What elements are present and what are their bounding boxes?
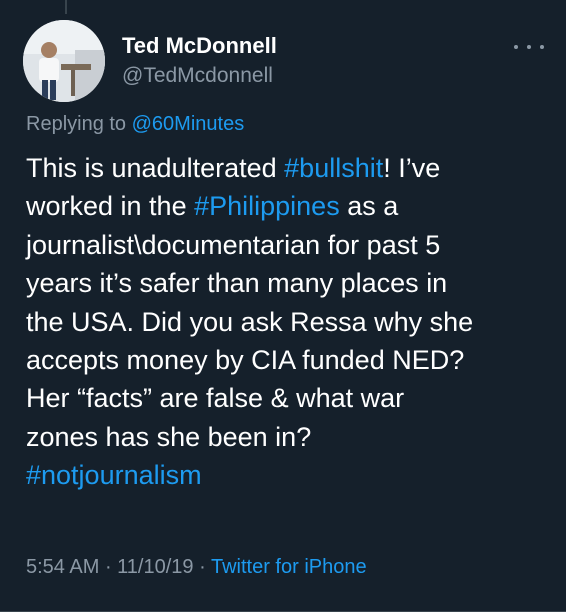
meta-separator: ·	[193, 556, 211, 578]
more-options-icon[interactable]	[514, 40, 544, 54]
tweet-source-link[interactable]: Twitter for iPhone	[211, 556, 367, 578]
tweet-text-segment: journalist\documentarian for past 5	[26, 229, 441, 260]
tweet-text-segment: worked in the	[26, 191, 195, 222]
tweet-text-segment: the USA. Did you ask Ressa why she	[26, 306, 474, 337]
hashtag-link[interactable]: #notjournalism	[26, 460, 202, 490]
more-dot	[527, 45, 531, 49]
tweet-text-segment: ! I’ve	[383, 153, 441, 183]
tweet-text-segment: as a	[339, 191, 399, 222]
hashtag-link[interactable]: #bullshit	[284, 153, 383, 183]
author-display-name[interactable]: Ted McDonnell	[122, 32, 277, 60]
tweet-time[interactable]: 5:54 AM	[26, 556, 99, 578]
tweet-date[interactable]: 11/10/19	[117, 556, 193, 578]
avatar[interactable]	[23, 20, 105, 102]
tweet-text-segment: This is unadulterated	[26, 153, 285, 183]
hashtag-link[interactable]: #Philippines	[194, 191, 340, 221]
replying-to: Replying to @60Minutes	[26, 113, 244, 136]
tweet-text: This is unadulterated #bullshit! I’ve wo…	[26, 149, 556, 495]
avatar-photo	[23, 20, 105, 102]
tweet-text-segment: Her “facts” are false & what war	[26, 383, 405, 414]
meta-separator: ·	[99, 556, 118, 578]
tweet-meta: 5:54 AM · 11/10/19 · Twitter for iPhone	[26, 556, 367, 579]
tweet-header: Ted McDonnell @TedMcdonnell	[23, 20, 548, 102]
replying-to-label: Replying to	[26, 113, 127, 135]
tweet-text-segment: accepts money by CIA funded NED?	[26, 345, 465, 376]
more-dot	[514, 45, 518, 49]
tweet-text-segment: zones has she been in?	[26, 421, 312, 452]
tweet-text-segment: years it’s safer than many places in	[26, 268, 448, 299]
thread-connector-line	[65, 0, 67, 14]
author-handle[interactable]: @TedMcdonnell	[122, 62, 277, 90]
replying-to-mention[interactable]: @60Minutes	[132, 113, 245, 135]
more-dot	[540, 45, 544, 49]
